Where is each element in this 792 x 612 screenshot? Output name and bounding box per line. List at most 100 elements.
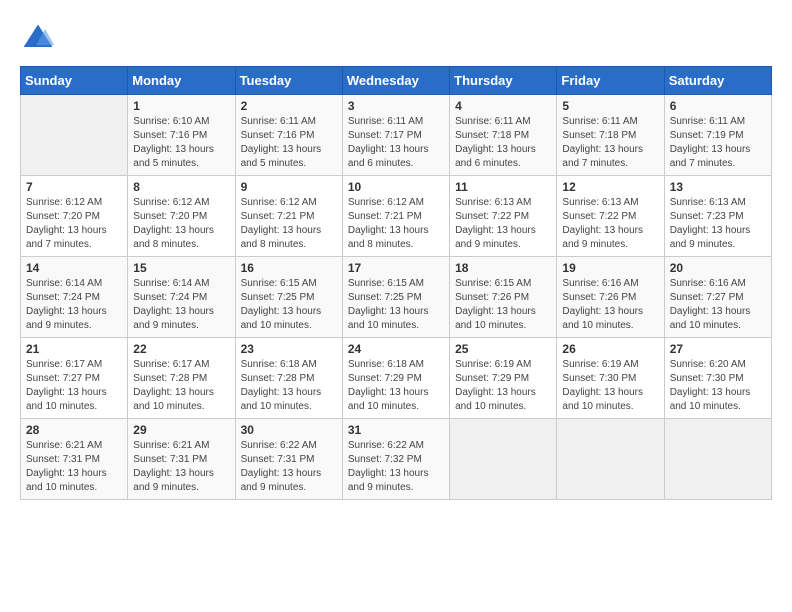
day-number: 19 [562, 261, 658, 275]
day-info: Sunrise: 6:22 AMSunset: 7:32 PMDaylight:… [348, 439, 444, 495]
header-cell-sunday: Sunday [21, 67, 128, 95]
day-cell: 31 Sunrise: 6:22 AMSunset: 7:32 PMDayligh… [342, 419, 449, 500]
day-number: 29 [133, 423, 229, 437]
day-info: Sunrise: 6:17 AMSunset: 7:28 PMDaylight:… [133, 358, 229, 414]
day-cell: 16 Sunrise: 6:15 AMSunset: 7:25 PMDayligh… [235, 257, 342, 338]
day-info: Sunrise: 6:13 AMSunset: 7:22 PMDaylight:… [562, 196, 658, 252]
logo-icon [20, 20, 56, 56]
day-number: 7 [26, 180, 122, 194]
day-info: Sunrise: 6:13 AMSunset: 7:22 PMDaylight:… [455, 196, 551, 252]
day-number: 25 [455, 342, 551, 356]
day-info: Sunrise: 6:19 AMSunset: 7:30 PMDaylight:… [562, 358, 658, 414]
day-cell: 11 Sunrise: 6:13 AMSunset: 7:22 PMDayligh… [450, 176, 557, 257]
header-cell-friday: Friday [557, 67, 664, 95]
day-info: Sunrise: 6:21 AMSunset: 7:31 PMDaylight:… [26, 439, 122, 495]
week-row-1: 7 Sunrise: 6:12 AMSunset: 7:20 PMDaylight… [21, 176, 772, 257]
day-number: 3 [348, 99, 444, 113]
header-cell-thursday: Thursday [450, 67, 557, 95]
day-number: 14 [26, 261, 122, 275]
day-number: 27 [670, 342, 766, 356]
day-info: Sunrise: 6:12 AMSunset: 7:21 PMDaylight:… [241, 196, 337, 252]
day-info: Sunrise: 6:11 AMSunset: 7:18 PMDaylight:… [455, 115, 551, 171]
day-info: Sunrise: 6:16 AMSunset: 7:27 PMDaylight:… [670, 277, 766, 333]
day-cell: 23 Sunrise: 6:18 AMSunset: 7:28 PMDayligh… [235, 338, 342, 419]
day-cell [21, 95, 128, 176]
day-cell [664, 419, 771, 500]
logo [20, 20, 60, 56]
day-info: Sunrise: 6:14 AMSunset: 7:24 PMDaylight:… [26, 277, 122, 333]
day-cell [450, 419, 557, 500]
day-number: 16 [241, 261, 337, 275]
day-number: 9 [241, 180, 337, 194]
day-number: 12 [562, 180, 658, 194]
day-info: Sunrise: 6:18 AMSunset: 7:28 PMDaylight:… [241, 358, 337, 414]
week-row-3: 21Sunrise: 6:17 AMSunset: 7:27 PMDayligh… [21, 338, 772, 419]
day-number: 24 [348, 342, 444, 356]
day-cell: 28 Sunrise: 6:21 AMSunset: 7:31 PMDayligh… [21, 419, 128, 500]
week-row-2: 14 Sunrise: 6:14 AMSunset: 7:24 PMDayligh… [21, 257, 772, 338]
day-number: 8 [133, 180, 229, 194]
day-number: 23 [241, 342, 337, 356]
header-cell-wednesday: Wednesday [342, 67, 449, 95]
day-cell: 4Sunrise: 6:11 AMSunset: 7:18 PMDaylight… [450, 95, 557, 176]
day-cell: 17Sunrise: 6:15 AMSunset: 7:25 PMDayligh… [342, 257, 449, 338]
day-info: Sunrise: 6:13 AMSunset: 7:23 PMDaylight:… [670, 196, 766, 252]
day-info: Sunrise: 6:17 AMSunset: 7:27 PMDaylight:… [26, 358, 122, 414]
day-cell: 19Sunrise: 6:16 AMSunset: 7:26 PMDayligh… [557, 257, 664, 338]
calendar-header: SundayMondayTuesdayWednesdayThursdayFrid… [21, 67, 772, 95]
day-info: Sunrise: 6:11 AMSunset: 7:19 PMDaylight:… [670, 115, 766, 171]
week-row-4: 28 Sunrise: 6:21 AMSunset: 7:31 PMDayligh… [21, 419, 772, 500]
day-info: Sunrise: 6:15 AMSunset: 7:25 PMDaylight:… [241, 277, 337, 333]
day-cell: 20 Sunrise: 6:16 AMSunset: 7:27 PMDayligh… [664, 257, 771, 338]
day-number: 20 [670, 261, 766, 275]
week-row-0: 1 Sunrise: 6:10 AMSunset: 7:16 PMDaylight… [21, 95, 772, 176]
day-cell: 8Sunrise: 6:12 AMSunset: 7:20 PMDaylight… [128, 176, 235, 257]
day-info: Sunrise: 6:22 AMSunset: 7:31 PMDaylight:… [241, 439, 337, 495]
day-cell: 15Sunrise: 6:14 AMSunset: 7:24 PMDayligh… [128, 257, 235, 338]
day-number: 31 [348, 423, 444, 437]
day-number: 13 [670, 180, 766, 194]
day-info: Sunrise: 6:21 AMSunset: 7:31 PMDaylight:… [133, 439, 229, 495]
header-cell-monday: Monday [128, 67, 235, 95]
header-cell-saturday: Saturday [664, 67, 771, 95]
day-cell: 7 Sunrise: 6:12 AMSunset: 7:20 PMDaylight… [21, 176, 128, 257]
day-cell: 21Sunrise: 6:17 AMSunset: 7:27 PMDayligh… [21, 338, 128, 419]
day-cell: 3 Sunrise: 6:11 AMSunset: 7:17 PMDaylight… [342, 95, 449, 176]
day-cell: 2Sunrise: 6:11 AMSunset: 7:16 PMDaylight… [235, 95, 342, 176]
day-number: 30 [241, 423, 337, 437]
day-cell: 6 Sunrise: 6:11 AMSunset: 7:19 PMDaylight… [664, 95, 771, 176]
day-number: 2 [241, 99, 337, 113]
day-number: 6 [670, 99, 766, 113]
day-number: 10 [348, 180, 444, 194]
day-number: 1 [133, 99, 229, 113]
day-number: 26 [562, 342, 658, 356]
header-row: SundayMondayTuesdayWednesdayThursdayFrid… [21, 67, 772, 95]
day-number: 18 [455, 261, 551, 275]
day-info: Sunrise: 6:18 AMSunset: 7:29 PMDaylight:… [348, 358, 444, 414]
day-info: Sunrise: 6:11 AMSunset: 7:18 PMDaylight:… [562, 115, 658, 171]
calendar-table: SundayMondayTuesdayWednesdayThursdayFrid… [20, 66, 772, 500]
day-info: Sunrise: 6:12 AMSunset: 7:20 PMDaylight:… [26, 196, 122, 252]
day-number: 5 [562, 99, 658, 113]
day-cell: 13 Sunrise: 6:13 AMSunset: 7:23 PMDayligh… [664, 176, 771, 257]
day-cell: 22Sunrise: 6:17 AMSunset: 7:28 PMDayligh… [128, 338, 235, 419]
day-cell: 12 Sunrise: 6:13 AMSunset: 7:22 PMDayligh… [557, 176, 664, 257]
day-cell: 14 Sunrise: 6:14 AMSunset: 7:24 PMDayligh… [21, 257, 128, 338]
day-cell: 18Sunrise: 6:15 AMSunset: 7:26 PMDayligh… [450, 257, 557, 338]
page-header [20, 20, 772, 56]
day-cell [557, 419, 664, 500]
day-cell: 30 Sunrise: 6:22 AMSunset: 7:31 PMDayligh… [235, 419, 342, 500]
day-info: Sunrise: 6:19 AMSunset: 7:29 PMDaylight:… [455, 358, 551, 414]
day-cell: 10Sunrise: 6:12 AMSunset: 7:21 PMDayligh… [342, 176, 449, 257]
day-info: Sunrise: 6:10 AMSunset: 7:16 PMDaylight:… [133, 115, 229, 171]
header-cell-tuesday: Tuesday [235, 67, 342, 95]
day-cell: 27Sunrise: 6:20 AMSunset: 7:30 PMDayligh… [664, 338, 771, 419]
day-cell: 9 Sunrise: 6:12 AMSunset: 7:21 PMDaylight… [235, 176, 342, 257]
day-number: 28 [26, 423, 122, 437]
day-number: 11 [455, 180, 551, 194]
day-cell: 1 Sunrise: 6:10 AMSunset: 7:16 PMDaylight… [128, 95, 235, 176]
day-info: Sunrise: 6:14 AMSunset: 7:24 PMDaylight:… [133, 277, 229, 333]
calendar-body: 1 Sunrise: 6:10 AMSunset: 7:16 PMDaylight… [21, 95, 772, 500]
day-info: Sunrise: 6:11 AMSunset: 7:17 PMDaylight:… [348, 115, 444, 171]
day-cell: 24 Sunrise: 6:18 AMSunset: 7:29 PMDayligh… [342, 338, 449, 419]
